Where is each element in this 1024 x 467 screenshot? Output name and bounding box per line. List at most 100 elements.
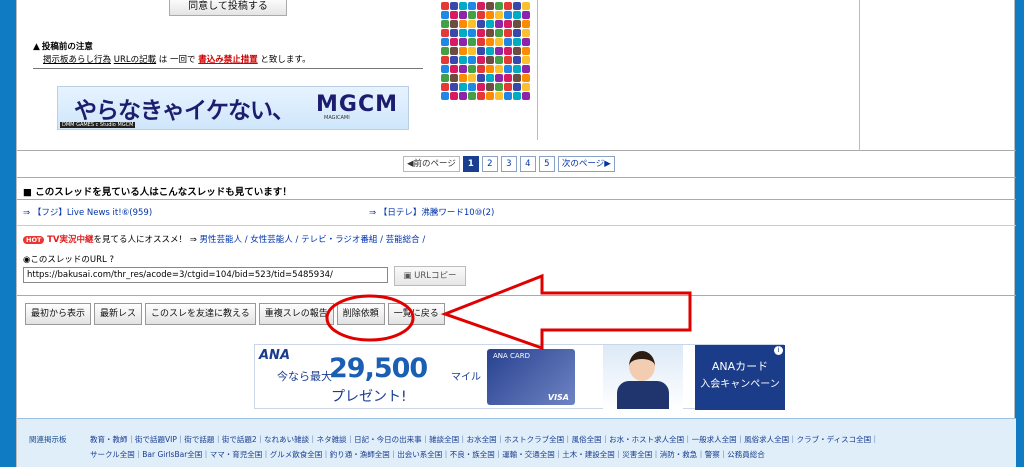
emoji-tile[interactable]: [477, 74, 485, 82]
emoji-tile[interactable]: [495, 20, 503, 28]
prev-page-button[interactable]: ◀前のページ: [403, 156, 460, 172]
emoji-tile[interactable]: [477, 83, 485, 91]
emoji-tile[interactable]: [486, 2, 494, 10]
emoji-tile[interactable]: [468, 20, 476, 28]
emoji-tile[interactable]: [468, 29, 476, 37]
emoji-tile[interactable]: [441, 47, 449, 55]
emoji-tile[interactable]: [441, 11, 449, 19]
emoji-tile[interactable]: [522, 83, 530, 91]
emoji-tile[interactable]: [477, 47, 485, 55]
emoji-tile[interactable]: [504, 20, 512, 28]
emoji-tile[interactable]: [468, 83, 476, 91]
emoji-tile[interactable]: [459, 65, 467, 73]
emoji-tile[interactable]: [450, 65, 458, 73]
emoji-tile[interactable]: [522, 38, 530, 46]
emoji-tile[interactable]: [468, 11, 476, 19]
emoji-tile[interactable]: [441, 83, 449, 91]
emoji-tile[interactable]: [459, 20, 467, 28]
tv-live-link[interactable]: TV実況中継: [47, 235, 93, 245]
tv-category-links[interactable]: 男性芸能人 / 女性芸能人 / テレビ・ラジオ番組 / 芸能総合 /: [200, 235, 426, 245]
emoji-tile[interactable]: [522, 29, 530, 37]
emoji-tile[interactable]: [504, 56, 512, 64]
emoji-tile[interactable]: [459, 74, 467, 82]
help-icon[interactable]: ?: [110, 255, 115, 265]
emoji-tile[interactable]: [468, 47, 476, 55]
thread-url-field[interactable]: https://bakusai.com/thr_res/acode=3/ctgi…: [23, 267, 388, 283]
emoji-tile[interactable]: [450, 83, 458, 91]
emoji-tile[interactable]: [450, 47, 458, 55]
emoji-tile[interactable]: [477, 92, 485, 100]
emoji-tile[interactable]: [459, 47, 467, 55]
emoji-tile[interactable]: [459, 92, 467, 100]
ad-info-icon[interactable]: i: [774, 346, 783, 355]
emoji-tile[interactable]: [495, 56, 503, 64]
emoji-tile[interactable]: [522, 47, 530, 55]
emoji-tile[interactable]: [459, 29, 467, 37]
emoji-tile[interactable]: [504, 65, 512, 73]
emoji-tile[interactable]: [495, 74, 503, 82]
latest-replies-button[interactable]: 最新レス: [94, 303, 143, 325]
page-3-button[interactable]: 3: [500, 156, 517, 172]
delete-request-button[interactable]: 削除依頼: [336, 303, 385, 325]
page-2-button[interactable]: 2: [481, 156, 498, 172]
emoji-tile[interactable]: [450, 11, 458, 19]
emoji-tile[interactable]: [441, 38, 449, 46]
emoji-tile[interactable]: [522, 2, 530, 10]
emoji-tile[interactable]: [477, 2, 485, 10]
emoji-tile[interactable]: [486, 83, 494, 91]
emoji-tile[interactable]: [450, 2, 458, 10]
emoji-tile[interactable]: [441, 56, 449, 64]
footer-links-line-1[interactable]: 教育・教師｜街で話題VIP｜街で話題｜街で話題2｜なれあい雑談｜ネタ雑談｜日記・…: [90, 434, 879, 445]
emoji-tile[interactable]: [441, 2, 449, 10]
emoji-tile[interactable]: [504, 11, 512, 19]
emoji-tile[interactable]: [477, 56, 485, 64]
emoji-tile[interactable]: [522, 11, 530, 19]
show-from-start-button[interactable]: 最初から表示: [25, 303, 92, 325]
related-thread-link-1[interactable]: ⇒ 【フジ】Live News it!⑥(959): [23, 206, 152, 218]
url-copy-button[interactable]: ▣ URLコピー: [394, 266, 466, 286]
emoji-tile[interactable]: [504, 29, 512, 37]
emoji-tile[interactable]: [513, 29, 521, 37]
emoji-tile[interactable]: [441, 29, 449, 37]
emoji-tile[interactable]: [459, 11, 467, 19]
emoji-tile[interactable]: [468, 74, 476, 82]
emoji-tile[interactable]: [486, 38, 494, 46]
emoji-tile[interactable]: [513, 92, 521, 100]
emoji-tile[interactable]: [522, 92, 530, 100]
emoji-tile[interactable]: [522, 20, 530, 28]
emoji-tile[interactable]: [495, 83, 503, 91]
emoji-tile[interactable]: [504, 2, 512, 10]
emoji-tile[interactable]: [459, 2, 467, 10]
emoji-tile[interactable]: [468, 65, 476, 73]
page-5-button[interactable]: 5: [538, 156, 555, 172]
agree-post-button[interactable]: 同意して投稿する: [169, 0, 287, 16]
emoji-tile[interactable]: [477, 29, 485, 37]
emoji-tile[interactable]: [459, 56, 467, 64]
emoji-tile[interactable]: [486, 20, 494, 28]
emoji-tile[interactable]: [468, 56, 476, 64]
emoji-tile[interactable]: [504, 38, 512, 46]
emoji-tile[interactable]: [522, 74, 530, 82]
emoji-tile[interactable]: [495, 47, 503, 55]
emoji-tile[interactable]: [441, 20, 449, 28]
emoji-tile[interactable]: [486, 92, 494, 100]
emoji-tile[interactable]: [468, 2, 476, 10]
emoji-tile[interactable]: [468, 92, 476, 100]
emoji-tile[interactable]: [513, 65, 521, 73]
emoji-tile[interactable]: [486, 74, 494, 82]
emoji-tile[interactable]: [477, 20, 485, 28]
emoji-tile[interactable]: [459, 38, 467, 46]
emoji-tile[interactable]: [495, 38, 503, 46]
emoji-tile[interactable]: [513, 47, 521, 55]
emoji-tile[interactable]: [504, 74, 512, 82]
mgcm-ad-banner[interactable]: やらなきゃイケない、 MGCM MAGICAMI DMM GAMES c Stu…: [57, 86, 409, 130]
emoji-tile[interactable]: [513, 74, 521, 82]
page-4-button[interactable]: 4: [519, 156, 536, 172]
emoji-tile[interactable]: [495, 29, 503, 37]
emoji-tile[interactable]: [495, 11, 503, 19]
emoji-tile[interactable]: [477, 65, 485, 73]
emoji-tile[interactable]: [450, 74, 458, 82]
emoji-tile[interactable]: [495, 2, 503, 10]
emoji-tile[interactable]: [513, 11, 521, 19]
emoji-tile[interactable]: [441, 74, 449, 82]
